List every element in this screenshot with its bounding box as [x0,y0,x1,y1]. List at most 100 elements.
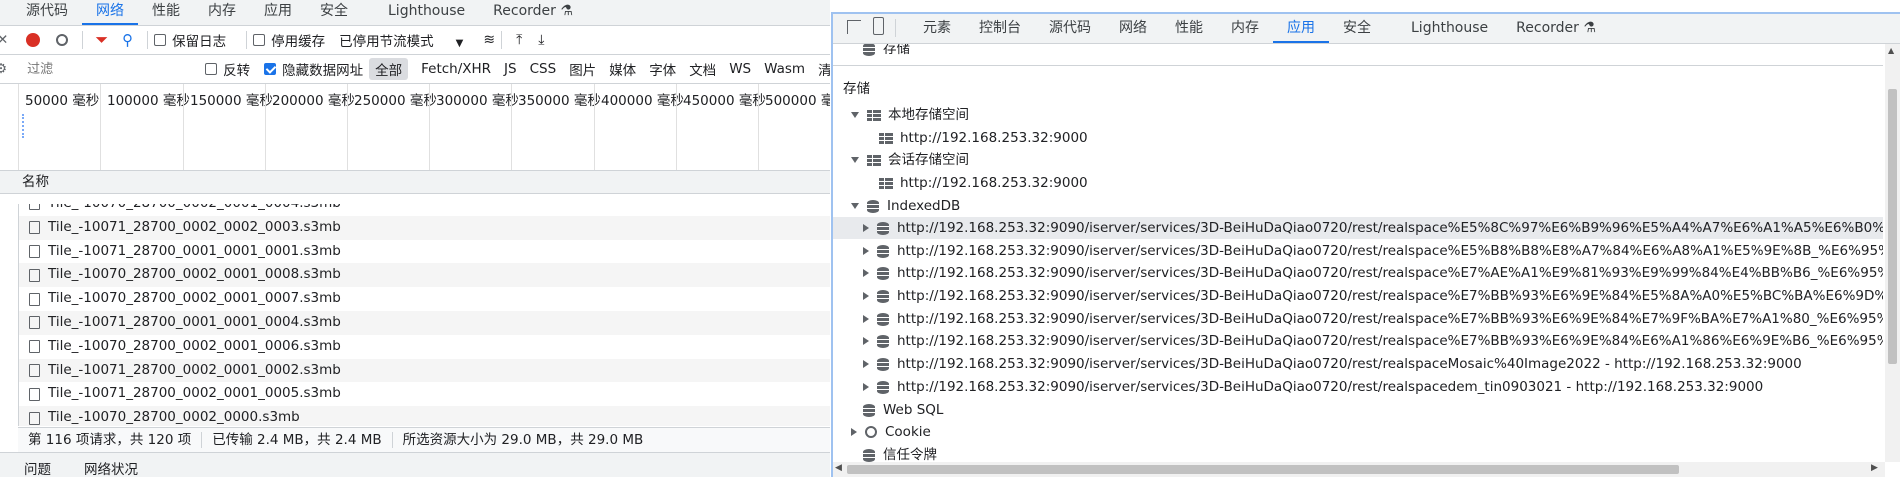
filter-type-fetch-xhr[interactable]: Fetch/XHR [415,60,497,78]
expand-arrow-icon[interactable] [863,269,869,277]
hide-data-urls-checkbox[interactable]: 隐藏数据网址 [264,59,363,79]
clear-icon[interactable] [56,34,69,46]
tab-application[interactable]: 应用 [250,1,306,25]
tree-item-session-storage[interactable]: 会话存储空间 [851,149,969,171]
expand-arrow-icon[interactable] [863,315,869,323]
throttling-select[interactable]: 已停用节流模式 ▼ [339,30,463,50]
table-row[interactable]: Tile_-10071_28700_0002_0001_0005.s3mb [19,382,830,406]
tree-item-local-storage[interactable]: 本地存储空间 [851,104,969,126]
tree-item-trust-tokens[interactable]: 信任令牌 [863,444,937,462]
scroll-right-arrow-icon[interactable]: ▶ [1871,463,1878,473]
network-overview-timeline[interactable]: 50000 毫秒 100000 毫秒 150000 毫秒 200000 毫秒 2… [0,84,830,171]
scroll-up-arrow-icon[interactable]: ▲ [1888,46,1894,55]
drawer-tab-network-conditions[interactable]: 网络状况 [84,458,138,477]
record-button[interactable] [26,33,41,47]
expand-arrow-icon[interactable] [851,157,859,163]
expand-arrow-icon[interactable] [851,112,859,118]
expand-arrow-icon[interactable] [863,292,869,300]
filter-type-all[interactable]: 全部 [369,58,409,80]
filter-type-js[interactable]: JS [498,60,523,78]
tab-lighthouse[interactable]: Lighthouse [1385,17,1502,43]
tab-performance[interactable]: 性能 [1161,17,1217,43]
tree-item-storage-overview[interactable]: 存储 [863,44,910,60]
tree-item-indexeddb-database[interactable]: http://192.168.253.32:9090/iserver/servi… [863,308,1883,330]
tab-performance[interactable]: 性能 [138,1,194,25]
filter-type-font[interactable]: 字体 [643,58,682,80]
vertical-scrollbar-thumb[interactable] [1888,89,1897,364]
expand-arrow-icon[interactable] [863,360,869,368]
settings-gear-icon[interactable]: ⚙ [0,61,7,77]
filter-type-ws[interactable]: WS [723,60,757,78]
vertical-scrollbar[interactable]: ▲ [1885,44,1900,462]
tab-divider [895,19,896,37]
tree-item-indexeddb-database[interactable]: http://192.168.253.32:9090/iserver/servi… [863,262,1883,284]
tab-security[interactable]: 安全 [1329,17,1385,43]
filter-type-img[interactable]: 图片 [563,58,602,80]
filter-type-css[interactable]: CSS [524,60,563,78]
drawer-tab-issues[interactable]: 问题 [24,458,51,477]
horizontal-scrollbar-thumb[interactable] [847,465,1679,474]
table-row[interactable]: Tile_-10071_28700_0002_0001_0002.s3mb [19,358,830,383]
tab-memory[interactable]: 内存 [1217,17,1273,43]
file-icon [29,340,40,354]
tab-memory[interactable]: 内存 [194,1,250,25]
table-row[interactable]: Tile_-10070_28700_0002_0001_0006.s3mb [19,335,830,359]
invert-checkbox[interactable]: 反转 [205,59,250,79]
filter-type-wasm[interactable]: Wasm [758,60,811,78]
horizontal-scrollbar[interactable]: ◀ ▶ [833,462,1885,477]
filter-type-doc[interactable]: 文档 [683,58,722,80]
table-row[interactable]: Tile_-10070_28700_0002_0001_0004.s3mb [19,204,830,216]
table-row[interactable]: Tile_-10071_28700_0001_0001_0001.s3mb [19,240,830,264]
name-column-header[interactable]: 名称 [0,171,830,194]
tab-lighthouse[interactable]: Lighthouse [362,1,479,25]
application-devtools-window: 元素 控制台 源代码 网络 性能 内存 应用 安全 Lighthouse Rec… [831,12,1900,477]
inspect-element-icon[interactable] [847,20,861,34]
filter-type-media[interactable]: 媒体 [603,58,642,80]
table-row[interactable]: Tile_-10070_28700_0002_0001_0007.s3mb [19,287,830,311]
tab-sources[interactable]: 源代码 [1035,17,1105,43]
tab-network[interactable]: 网络 [1105,17,1161,43]
tab-security[interactable]: 安全 [306,1,362,25]
expand-arrow-icon[interactable] [851,203,859,209]
import-har-icon[interactable]: ⤒ [516,32,522,48]
tab-console[interactable]: 控制台 [965,17,1035,43]
close-icon[interactable]: ✕ [0,32,8,48]
tab-recorder[interactable]: Recorder ⚗ [479,1,587,25]
tab-recorder[interactable]: Recorder ⚗ [1502,17,1610,43]
disable-cache-checkbox[interactable]: 停用缓存 [253,30,325,50]
tab-network[interactable]: 网络 [82,1,138,25]
tab-application[interactable]: 应用 [1273,17,1329,43]
tree-item-cookies[interactable]: Cookie [851,421,931,443]
tree-item-indexeddb-database[interactable]: http://192.168.253.32:9090/iserver/servi… [863,285,1883,307]
filter-type-manifest[interactable]: 清单 [812,58,830,80]
wifi-settings-icon[interactable]: ≋ [483,32,495,48]
table-row[interactable]: Tile_-10070_28700_0002_0000.s3mb [19,406,830,426]
scroll-left-arrow-icon[interactable]: ◀ [835,463,842,473]
expand-arrow-icon[interactable] [863,383,869,391]
tree-item-indexeddb-database[interactable]: http://192.168.253.32:9090/iserver/servi… [863,330,1883,352]
expand-arrow-icon[interactable] [863,337,869,345]
table-row[interactable]: Tile_-10071_28700_0001_0001_0004.s3mb [19,310,830,335]
tab-sources[interactable]: 源代码 [0,1,82,25]
filter-input[interactable] [25,58,206,80]
expand-arrow-icon[interactable] [863,247,869,255]
tree-item-web-sql[interactable]: Web SQL [863,399,943,421]
tab-elements[interactable]: 元素 [909,17,965,43]
preserve-log-checkbox[interactable]: 保留日志 [154,30,226,50]
tree-item-indexeddb-database[interactable]: http://192.168.253.32:9090/iserver/servi… [863,240,1883,262]
search-icon[interactable]: ⚲ [122,31,133,49]
expand-arrow-icon[interactable] [863,224,869,232]
table-row[interactable]: Tile_-10070_28700_0002_0001_0008.s3mb [19,263,830,288]
tree-item-indexeddb-database[interactable]: http://192.168.253.32:9090/iserver/servi… [863,217,1883,239]
tree-item-indexeddb-database[interactable]: http://192.168.253.32:9090/iserver/servi… [863,376,1763,398]
tree-item-indexeddb[interactable]: IndexedDB [851,195,960,217]
tree-item-local-storage-origin[interactable]: http://192.168.253.32:9000 [879,127,1088,149]
tree-item-session-storage-origin[interactable]: http://192.168.253.32:9000 [879,172,1088,194]
expand-arrow-icon[interactable] [851,428,857,436]
export-har-icon[interactable]: ⤓ [538,32,544,48]
table-row[interactable]: Tile_-10071_28700_0002_0002_0003.s3mb [19,215,830,240]
database-icon [863,448,875,462]
device-toolbar-icon[interactable] [873,17,884,35]
filter-icon[interactable]: ⏷ [95,30,108,50]
tree-item-indexeddb-database[interactable]: http://192.168.253.32:9090/iserver/servi… [863,353,1802,375]
